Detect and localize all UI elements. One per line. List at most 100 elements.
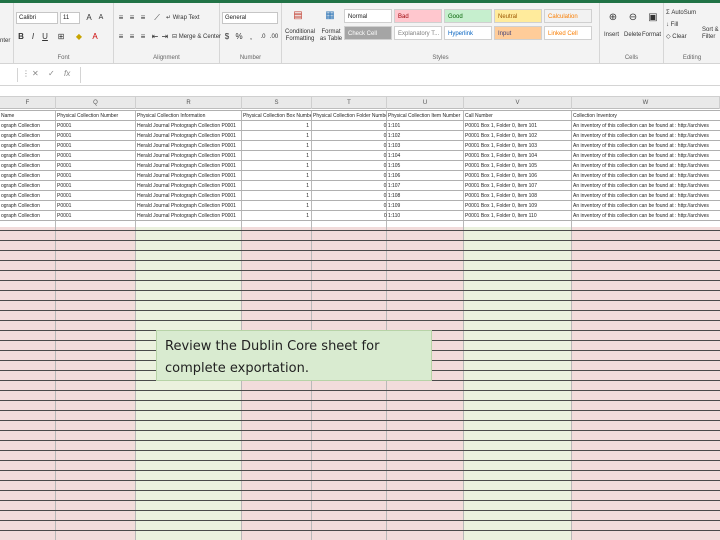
conditional-formatting-button[interactable]: Conditional Formatting <box>284 29 316 43</box>
table-cell[interactable]: 1 <box>242 151 311 161</box>
increase-indent-icon[interactable]: ⇥ <box>160 32 170 42</box>
cell-style-4[interactable]: Calculation <box>544 9 592 23</box>
cell-style-7[interactable]: Hyperlink <box>444 26 492 40</box>
number-format-select[interactable]: General <box>222 12 278 24</box>
font-color-icon[interactable]: A <box>90 32 100 42</box>
merge-center-button[interactable]: ⊟ Merge & Center <box>172 33 221 42</box>
table-cell[interactable]: 0 1:109 <box>373 201 413 211</box>
table-cell[interactable]: 1 <box>242 121 311 131</box>
more-options-icon[interactable]: ⋮ <box>22 69 30 78</box>
underline-button[interactable]: U <box>40 32 50 42</box>
table-cell[interactable]: Herald Journal Photograph Collection P00… <box>136 171 241 181</box>
delete-button[interactable]: Delete <box>624 31 641 40</box>
table-cell[interactable]: Herald Journal Photograph Collection P00… <box>136 151 241 161</box>
cell-style-1[interactable]: Bad <box>394 9 442 23</box>
wrap-text-button[interactable]: ↵ Wrap Text <box>166 14 200 23</box>
name-box[interactable] <box>0 68 18 82</box>
column-header-f[interactable]: F <box>0 97 56 109</box>
table-cell[interactable]: Herald Journal Photograph Collection P00… <box>136 201 241 211</box>
table-cell[interactable]: An inventory of this collection can be f… <box>572 141 719 151</box>
column-header-q[interactable]: Q <box>56 97 136 109</box>
currency-button[interactable]: $ <box>222 32 232 42</box>
table-cell[interactable]: 0 1:108 <box>373 191 413 201</box>
table-cell[interactable]: ograph Collection <box>0 201 55 211</box>
table-cell[interactable]: P0001 Box 1, Folder 0, Item 108 <box>464 191 571 201</box>
table-cell[interactable]: 0 1:107 <box>373 181 413 191</box>
table-cell[interactable]: ograph Collection <box>0 191 55 201</box>
align-bottom-icon[interactable]: ≡ <box>138 13 148 23</box>
table-cell[interactable]: ograph Collection <box>0 161 55 171</box>
formula-input[interactable] <box>80 67 720 83</box>
font-name-select[interactable]: Calibri <box>16 12 58 24</box>
table-cell[interactable]: 0 1:102 <box>373 131 413 141</box>
table-cell[interactable]: Herald Journal Photograph Collection P00… <box>136 141 241 151</box>
table-cell[interactable]: P0001 Box 1, Folder 0, Item 106 <box>464 171 571 181</box>
increase-decimal-icon[interactable]: .0 <box>258 32 268 42</box>
table-cell[interactable]: 0 1:103 <box>373 141 413 151</box>
table-cell[interactable]: 1 <box>242 131 311 141</box>
align-middle-icon[interactable]: ≡ <box>127 13 137 23</box>
table-cell[interactable]: P0001 <box>56 151 135 161</box>
table-cell[interactable]: 0 1:110 <box>373 211 413 221</box>
table-cell[interactable]: P0001 <box>56 181 135 191</box>
table-cell[interactable]: An inventory of this collection can be f… <box>572 181 719 191</box>
table-cell[interactable]: P0001 <box>56 201 135 211</box>
table-cell[interactable]: 0 1:105 <box>373 161 413 171</box>
table-cell[interactable]: P0001 <box>56 161 135 171</box>
align-center-icon[interactable]: ≡ <box>127 32 137 42</box>
table-cell[interactable]: ograph Collection <box>0 131 55 141</box>
table-cell[interactable]: Herald Journal Photograph Collection P00… <box>136 181 241 191</box>
table-cell[interactable]: An inventory of this collection can be f… <box>572 131 719 141</box>
table-cell[interactable]: 1 <box>242 171 311 181</box>
table-cell[interactable]: P0001 <box>56 121 135 131</box>
table-cell[interactable]: 0 1:106 <box>373 171 413 181</box>
column-header-w[interactable]: W <box>572 97 720 109</box>
insert-icon[interactable]: ⊕ <box>606 13 620 23</box>
header-cell-r[interactable]: Physical Collection Information <box>136 111 241 121</box>
header-cell-s[interactable]: Physical Collection Box Number <box>242 111 311 121</box>
table-cell[interactable]: P0001 <box>56 171 135 181</box>
font-size-select[interactable]: 11 <box>60 12 80 24</box>
table-cell[interactable]: Herald Journal Photograph Collection P00… <box>136 211 241 221</box>
table-cell[interactable]: P0001 <box>56 191 135 201</box>
cancel-icon[interactable]: ✕ <box>32 69 39 78</box>
table-cell[interactable]: Herald Journal Photograph Collection P00… <box>136 161 241 171</box>
table-cell[interactable]: ograph Collection <box>0 151 55 161</box>
header-cell-f[interactable]: Name <box>0 111 55 121</box>
table-cell[interactable]: ograph Collection <box>0 121 55 131</box>
comma-button[interactable]: , <box>246 32 256 42</box>
autosum-button[interactable]: Σ AutoSum <box>666 9 696 18</box>
delete-icon[interactable]: ⊖ <box>626 13 640 23</box>
decrease-font-icon[interactable]: A <box>96 13 106 23</box>
table-cell[interactable]: An inventory of this collection can be f… <box>572 151 719 161</box>
increase-font-icon[interactable]: A <box>84 13 94 23</box>
header-cell-t[interactable]: Physical Collection Folder Number <box>312 111 386 121</box>
cell-style-2[interactable]: Good <box>444 9 492 23</box>
table-cell[interactable]: Herald Journal Photograph Collection P00… <box>136 121 241 131</box>
insert-function-icon[interactable]: fx <box>64 69 70 78</box>
format-icon[interactable]: ▣ <box>646 13 660 23</box>
format-as-table-button[interactable]: Format as Table <box>318 29 344 43</box>
table-cell[interactable]: P0001 Box 1, Folder 0, Item 105 <box>464 161 571 171</box>
fill-button[interactable]: ↓ Fill <box>666 21 678 30</box>
table-cell[interactable]: An inventory of this collection can be f… <box>572 191 719 201</box>
align-top-icon[interactable]: ≡ <box>116 13 126 23</box>
percent-button[interactable]: % <box>234 32 244 42</box>
cell-style-0[interactable]: Normal <box>344 9 392 23</box>
fill-color-icon[interactable]: ◆ <box>74 32 84 42</box>
column-header-t[interactable]: T <box>312 97 387 109</box>
table-cell[interactable]: Herald Journal Photograph Collection P00… <box>136 191 241 201</box>
header-cell-q[interactable]: Physical Collection Number <box>56 111 135 121</box>
table-cell[interactable]: ograph Collection <box>0 211 55 221</box>
sort-filter-button[interactable]: Sort & Filter <box>702 27 720 41</box>
format-button[interactable]: Format <box>642 31 661 40</box>
table-cell[interactable]: P0001 Box 1, Folder 0, Item 104 <box>464 151 571 161</box>
worksheet-grid[interactable]: Name Physical Collection Number Physical C… <box>0 110 720 540</box>
table-cell[interactable]: P0001 <box>56 131 135 141</box>
table-cell[interactable]: 1 <box>242 181 311 191</box>
table-cell[interactable]: An inventory of this collection can be f… <box>572 211 719 221</box>
bold-button[interactable]: B <box>16 32 26 42</box>
conditional-formatting-icon[interactable]: ▤ <box>290 11 306 21</box>
align-right-icon[interactable]: ≡ <box>138 32 148 42</box>
column-header-u[interactable]: U <box>387 97 464 109</box>
